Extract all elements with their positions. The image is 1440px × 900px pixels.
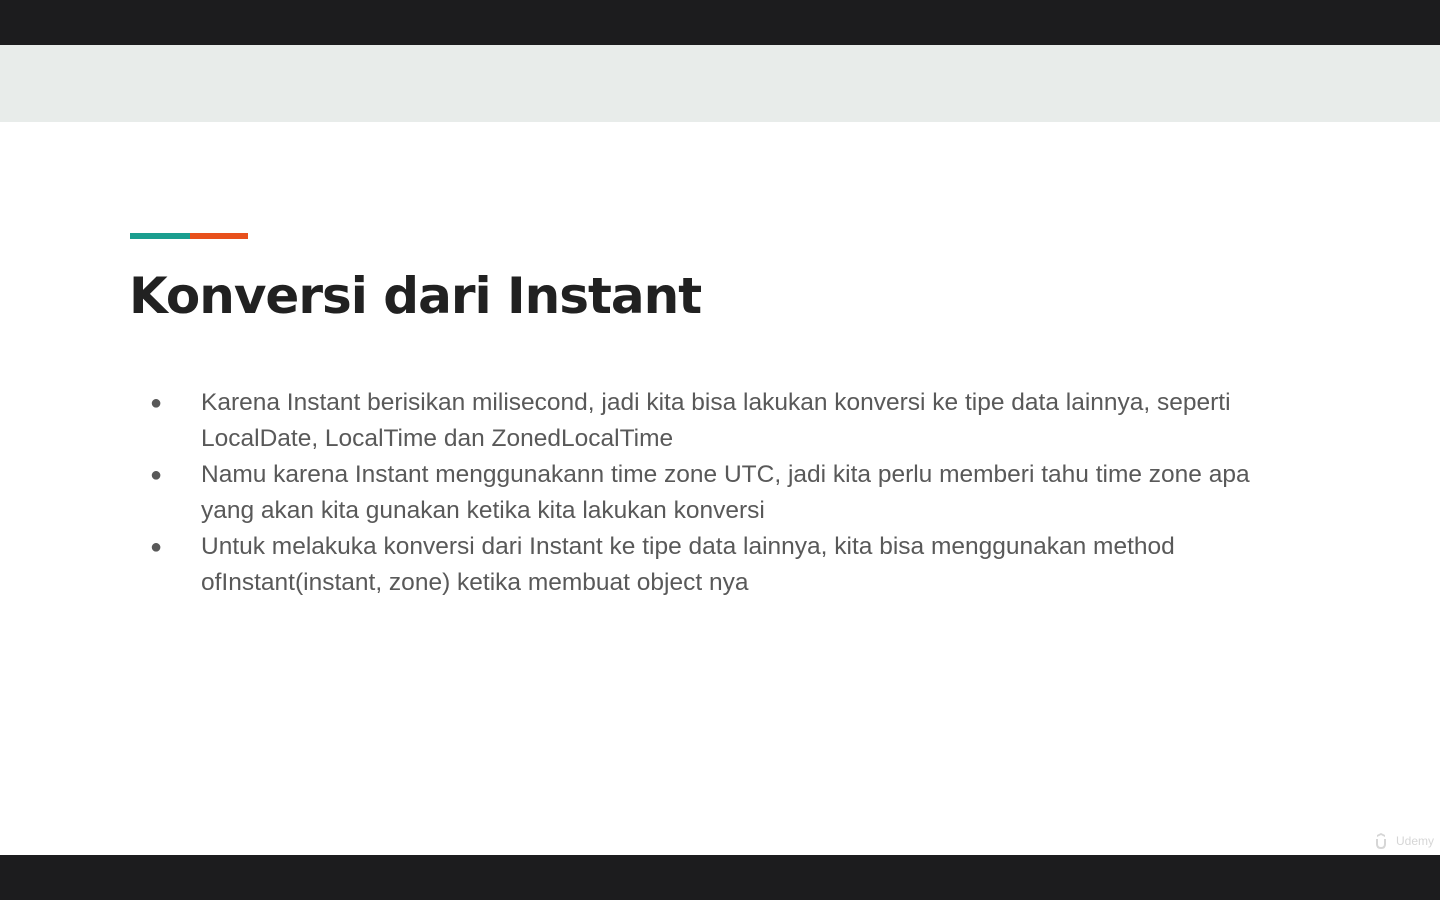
bullet-item: ● Namu karena Instant menggunakann time … [150, 457, 1300, 529]
bullet-item: ● Karena Instant berisikan milisecond, j… [150, 385, 1300, 457]
title-accent-bar [130, 233, 248, 239]
video-bottom-letterbox [0, 855, 1440, 900]
video-top-letterbox [0, 0, 1440, 45]
slide-header-band [0, 45, 1440, 122]
presentation-slide: Konversi dari Instant ● Karena Instant b… [0, 45, 1440, 855]
bullet-list: ● Karena Instant berisikan milisecond, j… [150, 385, 1300, 601]
bullet-marker: ● [150, 536, 163, 558]
bullet-item: ● Untuk melakuka konversi dari Instant k… [150, 529, 1300, 601]
bullet-marker: ● [150, 392, 163, 414]
watermark-text: Udemy [1395, 834, 1434, 848]
udemy-logo-icon [1375, 833, 1386, 849]
bullet-text: Karena Instant berisikan milisecond, jad… [201, 389, 1231, 452]
bullet-text: Untuk melakuka konversi dari Instant ke … [201, 533, 1175, 596]
accent-teal-segment [130, 233, 190, 239]
bullet-text: Namu karena Instant menggunakann time zo… [201, 461, 1250, 524]
slide-title: Konversi dari Instant [129, 267, 702, 325]
accent-orange-segment [190, 233, 248, 239]
udemy-watermark: Udemy [1375, 833, 1434, 849]
bullet-marker: ● [150, 464, 163, 486]
